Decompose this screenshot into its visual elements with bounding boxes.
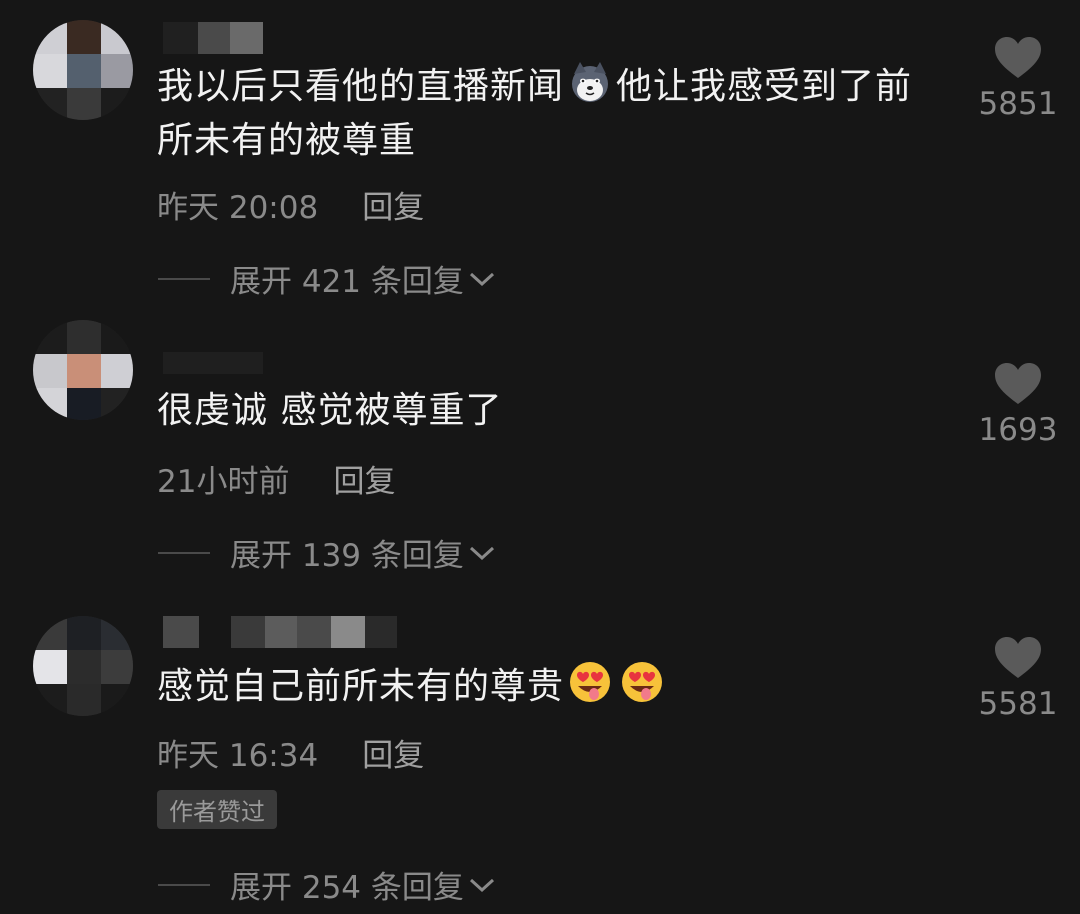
comment-text: 感觉自己前所未有的尊贵 (157, 660, 947, 714)
chevron-down-icon (469, 878, 494, 892)
divider-dash (158, 551, 210, 554)
heart-icon (995, 637, 1041, 678)
expand-replies-button[interactable]: 展开 139 条回复 (158, 530, 496, 575)
divider-dash (158, 883, 210, 886)
like-button[interactable]: 5851 (975, 36, 1061, 122)
avatar[interactable] (33, 616, 133, 716)
heart-icon (995, 363, 1041, 404)
like-count: 5581 (978, 686, 1058, 722)
comment-text: 很虔诚 感觉被尊重了 (157, 390, 503, 431)
expand-replies-button[interactable]: 展开 421 条回复 (158, 256, 496, 301)
comment-time: 昨天 16:34 (157, 738, 319, 774)
husky-dog-emoji (572, 62, 609, 102)
like-count: 1693 (978, 412, 1058, 448)
heart-eyes-tongue-emoji (570, 662, 611, 702)
comment-time: 昨天 20:08 (157, 190, 319, 226)
comment-meta: 昨天 20:08 回复 (157, 182, 424, 227)
like-button[interactable]: 1693 (975, 362, 1061, 448)
reply-button[interactable]: 回复 (362, 190, 424, 226)
divider-dash (158, 277, 210, 280)
reply-button[interactable]: 回复 (333, 464, 395, 500)
chevron-down-icon (469, 546, 494, 560)
avatar[interactable] (33, 20, 133, 120)
heart-eyes-tongue-emoji (622, 662, 663, 702)
comment-text-part: 我以后只看他的直播新闻 (157, 66, 565, 107)
expand-replies-button[interactable]: 展开 254 条回复 (158, 862, 496, 907)
like-count: 5851 (978, 86, 1058, 122)
expand-replies-label: 展开 254 条回复 (230, 870, 464, 906)
comment-meta: 21小时前 回复 (157, 456, 395, 501)
expand-replies-label: 展开 421 条回复 (230, 264, 464, 300)
comment-meta: 昨天 16:34 回复 (157, 730, 424, 775)
expand-replies-label: 展开 139 条回复 (230, 538, 464, 574)
heart-icon (995, 37, 1041, 78)
comment-text-part: 感觉自己前所未有的尊贵 (157, 666, 565, 707)
comment-text: 我以后只看他的直播新闻 他让我感受到了前所未有的被尊重 (157, 60, 947, 168)
reply-button[interactable]: 回复 (362, 738, 424, 774)
like-button[interactable]: 5581 (975, 636, 1061, 722)
chevron-down-icon (469, 272, 494, 286)
comment-time: 21小时前 (157, 464, 290, 500)
avatar[interactable] (33, 320, 133, 420)
author-liked-badge: 作者赞过 (157, 790, 277, 829)
